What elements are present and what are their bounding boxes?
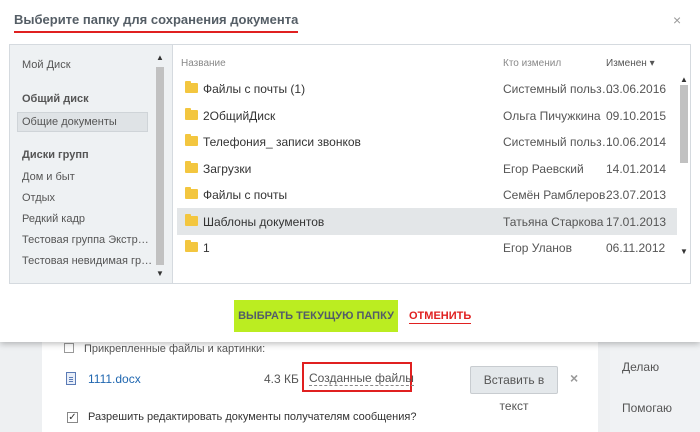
file-modified-by: Татьяна Старкова <box>503 214 604 229</box>
file-name: Файлы с почты (1) <box>203 82 306 96</box>
insert-in-text-button[interactable]: Вставить в текст <box>470 366 558 413</box>
docx-file-icon <box>66 372 76 385</box>
scroll-up-icon[interactable]: ▲ <box>156 53 164 62</box>
file-row[interactable]: Телефония_ записи звонков Системный польз… <box>177 128 677 155</box>
select-current-folder-button[interactable]: ВЫБРАТЬ ТЕКУЩУЮ ПАПКУ <box>234 300 398 332</box>
folder-icon <box>185 213 198 226</box>
sidebar-item-group[interactable]: Отдых <box>22 192 55 204</box>
folder-icon <box>185 160 198 173</box>
file-row[interactable]: Файлы с почты Семён Рамблеров 23.07.2013 <box>177 181 677 208</box>
allow-edit-label: Разрешить редактировать документы получа… <box>88 411 417 423</box>
close-icon[interactable]: × <box>673 12 681 28</box>
column-header-modified[interactable]: Изменен ▾ <box>606 58 655 69</box>
file-name: Загрузки <box>203 161 252 176</box>
file-modified-by: Ольга Пичужкина <box>503 108 601 123</box>
file-row[interactable]: Загрузки Егор Раевский 14.01.2014 <box>177 155 677 182</box>
allow-edit-checkbox[interactable]: ✓ <box>67 412 78 423</box>
file-modified-by: Системный польз… <box>503 135 614 149</box>
column-header-name[interactable]: Название <box>181 58 226 69</box>
file-row[interactable]: 2ОбщийДиск Ольга Пичужкина 09.10.2015 <box>177 102 677 129</box>
file-modified-date: 14.01.2014 <box>606 161 667 176</box>
file-modified-date: 06.11.2012 <box>606 241 666 255</box>
scroll-up-icon[interactable]: ▲ <box>680 75 688 84</box>
save-folder-dialog: Выберите папку для сохранения документа … <box>0 0 700 342</box>
created-files-link[interactable]: Созданные файлы <box>309 371 414 386</box>
sidebar-item-common-docs[interactable]: Общие документы <box>22 116 117 128</box>
file-list-pane: Название Кто изменил Изменен ▾ Файлы с п… <box>172 45 690 283</box>
file-modified-by: Егор Раевский <box>503 161 584 176</box>
attached-file-link[interactable]: 1111.docx <box>88 372 141 386</box>
scroll-down-icon[interactable]: ▼ <box>680 247 688 256</box>
sidebar-item-group[interactable]: Тестовая группа Экстр… <box>22 234 149 246</box>
folder-icon <box>185 107 198 120</box>
cancel-button[interactable]: ОТМЕНИТЬ <box>409 310 472 324</box>
column-header-modified-label: Изменен <box>606 58 647 69</box>
file-name: 1 <box>203 241 210 255</box>
attachments-title: Прикрепленные файлы и картинки: <box>64 343 265 355</box>
sidebar-item-group[interactable]: Редкий кадр <box>22 213 85 225</box>
file-name: Файлы с почты <box>203 188 288 202</box>
file-modified-by: Семён Рамблеров <box>503 188 606 202</box>
attached-file-size: 4.3 КБ <box>264 372 299 386</box>
file-modified-date: 03.06.2016 <box>606 82 667 96</box>
sidebar-item-my-disk[interactable]: Мой Диск <box>22 59 71 71</box>
sidebar-scroll-thumb[interactable] <box>156 67 164 265</box>
sidebar-item-group[interactable]: Тестовая невидимая гр… <box>22 255 152 267</box>
side-item-helping[interactable]: Помогаю <box>622 401 672 415</box>
column-header-modified-by[interactable]: Кто изменил <box>503 58 561 69</box>
file-modified-by: Системный польз… <box>503 82 614 96</box>
disk-sidebar: Мой Диск Общий диск Общие документы Диск… <box>10 45 168 283</box>
attachment-icon <box>64 343 74 353</box>
file-row[interactable]: Файлы с почты (1) Системный польз… 03.06.2… <box>177 75 677 102</box>
file-list-scrollbar[interactable]: ▲ ▼ <box>679 75 689 257</box>
file-name: Телефония_ записи звонков <box>203 135 361 149</box>
file-row[interactable]: 1 Егор Уланов 06.11.2012 <box>177 234 677 261</box>
file-name: Шаблоны документов <box>203 214 325 229</box>
folder-icon <box>185 81 198 93</box>
file-list-scroll-thumb[interactable] <box>680 85 688 163</box>
dialog-title: Выберите папку для сохранения документа <box>14 12 299 33</box>
remove-file-icon[interactable]: × <box>570 370 578 386</box>
sidebar-header-common-disk[interactable]: Общий диск <box>22 93 89 105</box>
side-item-doing[interactable]: Делаю <box>622 360 659 374</box>
file-modified-date: 23.07.2013 <box>606 188 667 202</box>
sidebar-item-group[interactable]: Дом и быт <box>22 171 75 183</box>
attachments-title-text: Прикрепленные файлы и картинки: <box>84 343 266 355</box>
file-modified-date: 17.01.2013 <box>606 214 667 229</box>
folder-icon <box>185 240 198 252</box>
right-panel <box>610 340 700 432</box>
file-name: 2ОбщийДиск <box>203 108 276 123</box>
file-modified-date: 10.06.2014 <box>606 135 667 149</box>
file-modified-date: 09.10.2015 <box>606 108 667 123</box>
sidebar-scrollbar[interactable]: ▲ ▼ <box>154 53 166 279</box>
folder-icon <box>185 187 198 199</box>
folder-icon <box>185 134 198 146</box>
file-row[interactable]: Шаблоны документов Татьяна Старкова 17.01.… <box>177 207 677 235</box>
file-modified-by: Егор Уланов <box>503 241 572 255</box>
folder-browser: Мой Диск Общий диск Общие документы Диск… <box>9 44 691 284</box>
sort-desc-icon: ▾ <box>649 58 655 69</box>
scroll-down-icon[interactable]: ▼ <box>156 269 164 278</box>
sidebar-header-group-disks: Диски групп <box>22 149 89 161</box>
